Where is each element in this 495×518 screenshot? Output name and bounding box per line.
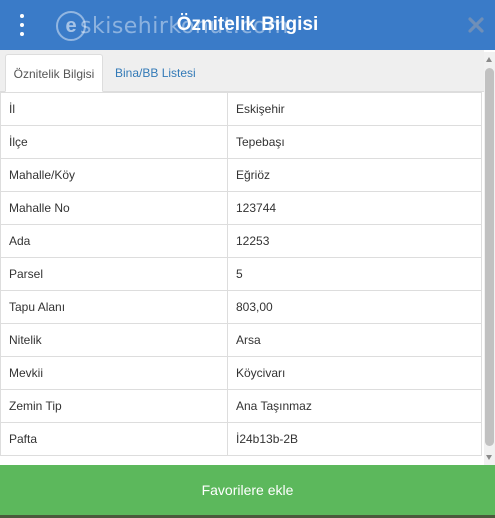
scroll-down-arrow-icon[interactable] — [486, 455, 492, 460]
attribute-key: Mahalle No — [0, 191, 228, 225]
attribute-value: Köycivarı — [227, 356, 482, 390]
attribute-key: Tapu Alanı — [0, 290, 228, 324]
table-row: Ada 12253 — [0, 224, 482, 258]
attribute-key: Zemin Tip — [0, 389, 228, 423]
table-row: Mahalle No 123744 — [0, 191, 482, 225]
tab-oznitelik-bilgisi[interactable]: Öznitelik Bilgisi — [5, 54, 103, 92]
attribute-value: İ24b13b-2B — [227, 422, 482, 456]
table-row: Parsel 5 — [0, 257, 482, 291]
table-row: Pafta İ24b13b-2B — [0, 422, 482, 456]
tab-bina-bb-listesi[interactable]: Bina/BB Listesi — [107, 54, 204, 92]
attribute-value: 123744 — [227, 191, 482, 225]
attribute-key: Nitelik — [0, 323, 228, 357]
attribute-value: Tepebaşı — [227, 125, 482, 159]
attribute-key: Mevkii — [0, 356, 228, 390]
scrollbar[interactable] — [484, 52, 495, 465]
attribute-key: Parsel — [0, 257, 228, 291]
attribute-key: Ada — [0, 224, 228, 258]
scroll-up-arrow-icon[interactable] — [486, 57, 492, 62]
table-row: İl Eskişehir — [0, 92, 482, 126]
attribute-key: Pafta — [0, 422, 228, 456]
table-row: İlçe Tepebaşı — [0, 125, 482, 159]
attribute-value: 5 — [227, 257, 482, 291]
table-row: Nitelik Arsa — [0, 323, 482, 357]
attribute-value: Eğriöz — [227, 158, 482, 192]
scrollbar-thumb[interactable] — [485, 68, 494, 446]
add-to-favorites-button[interactable]: Favorilere ekle — [0, 465, 495, 515]
table-row: Mevkii Köycivarı — [0, 356, 482, 390]
attribute-value: 12253 — [227, 224, 482, 258]
attribute-value: Eskişehir — [227, 92, 482, 126]
attribute-key: İl — [0, 92, 228, 126]
header-bar: e skisehirkonut.com Öznitelik Bilgisi — [0, 0, 495, 50]
attribute-key: İlçe — [0, 125, 228, 159]
attribute-table: İl Eskişehir İlçe Tepebaşı Mahalle/Köy Eğriöz… — [0, 92, 482, 456]
attribute-value: 803,00 — [227, 290, 482, 324]
watermark-text: skisehirkonut.com — [80, 13, 289, 39]
attribute-value: Ana Taşınmaz — [227, 389, 482, 423]
watermark-logo: e skisehirkonut.com — [56, 8, 289, 44]
table-row: Zemin Tip Ana Taşınmaz — [0, 389, 482, 423]
table-row: Tapu Alanı 803,00 — [0, 290, 482, 324]
attribute-value: Arsa — [227, 323, 482, 357]
close-icon[interactable] — [467, 15, 485, 35]
attribute-table-container: İl Eskişehir İlçe Tepebaşı Mahalle/Köy Eğriöz… — [0, 92, 482, 465]
table-row: Mahalle/Köy Eğriöz — [0, 158, 482, 192]
tab-bar: Öznitelik Bilgisi Bina/BB Listesi — [0, 50, 484, 92]
vertical-dots-menu-icon[interactable] — [18, 14, 26, 36]
attribute-key: Mahalle/Köy — [0, 158, 228, 192]
